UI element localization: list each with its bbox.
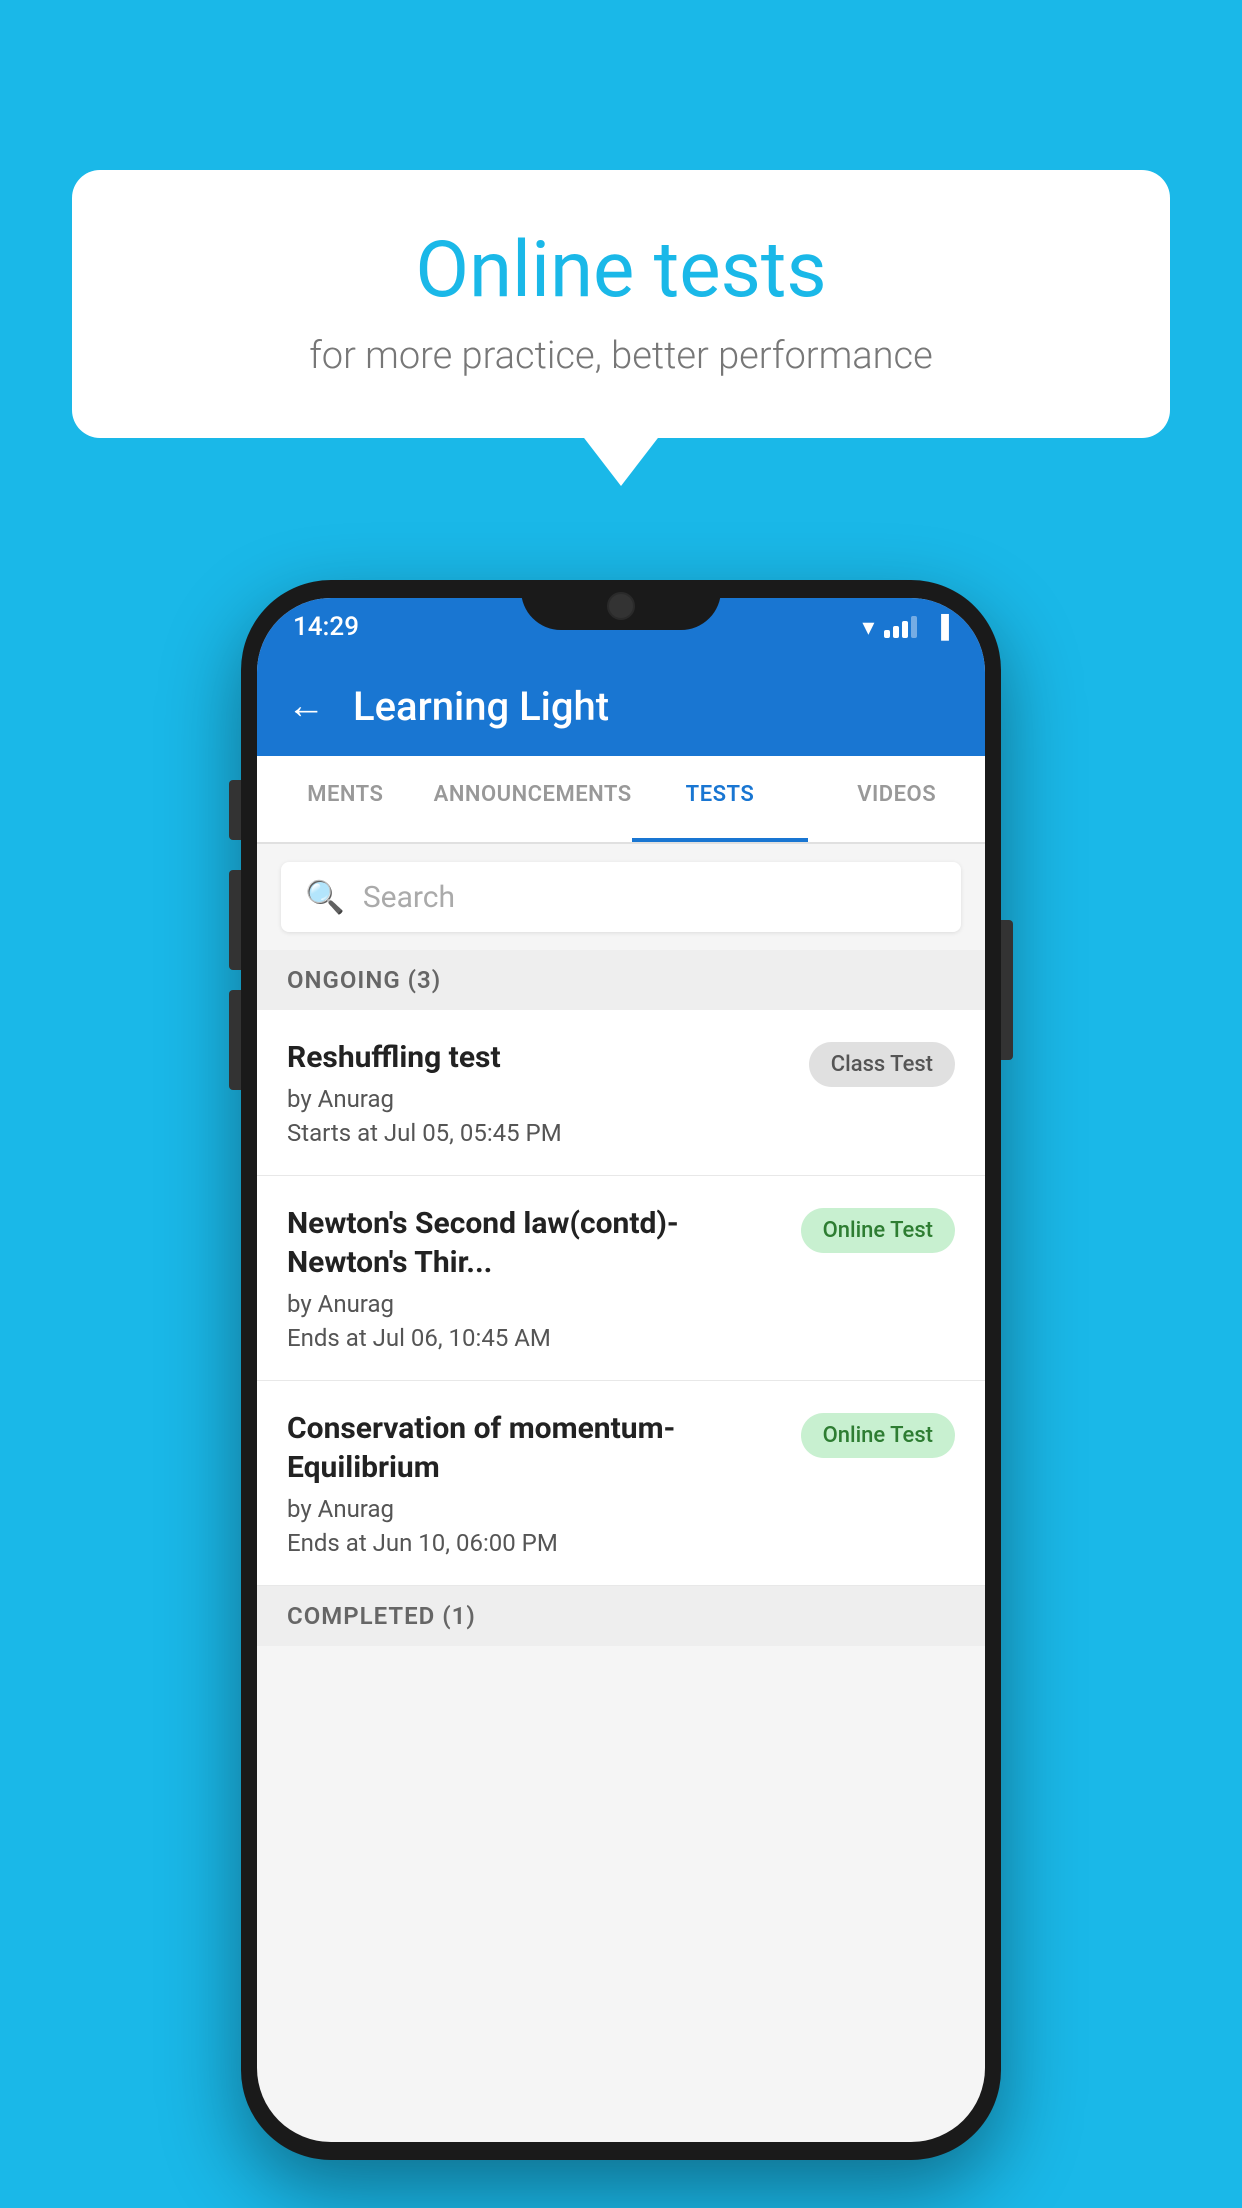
tab-videos[interactable]: VIDEOS [808,756,985,842]
phone-mockup: 14:29 ▾ ▐ ← Learning Light [241,580,1001,2160]
search-bar[interactable]: 🔍 Search [281,862,961,932]
ongoing-section-header: ONGOING (3) [257,950,985,1010]
test-item-1[interactable]: Reshuffling test by Anurag Starts at Jul… [257,1010,985,1176]
test-badge-2: Online Test [801,1208,955,1253]
phone-screen: 14:29 ▾ ▐ ← Learning Light [257,598,985,2142]
completed-section-header: COMPLETED (1) [257,1586,985,1646]
test-name-2: Newton's Second law(contd)-Newton's Thir… [287,1204,781,1282]
test-name-3: Conservation of momentum-Equilibrium [287,1409,781,1487]
tab-bar: MENTS ANNOUNCEMENTS TESTS VIDEOS [257,756,985,844]
search-icon: 🔍 [305,878,345,916]
test-author-2: by Anurag [287,1290,781,1318]
phone-side-btn-vol-down1 [229,870,241,970]
test-info-2: Newton's Second law(contd)-Newton's Thir… [287,1204,781,1352]
signal-bar-3 [902,621,908,638]
phone-camera [607,592,635,620]
bubble-title: Online tests [132,225,1110,316]
app-title: Learning Light [353,683,609,730]
test-item-2[interactable]: Newton's Second law(contd)-Newton's Thir… [257,1176,985,1381]
test-name-1: Reshuffling test [287,1038,789,1077]
search-placeholder: Search [363,880,455,915]
status-time: 14:29 [293,612,359,642]
test-info-1: Reshuffling test by Anurag Starts at Jul… [287,1038,789,1147]
tab-tests[interactable]: TESTS [632,756,809,842]
wifi-icon: ▾ [862,613,874,641]
test-date-3: Ends at Jun 10, 06:00 PM [287,1529,781,1557]
phone-side-btn-vol-down2 [229,990,241,1090]
phone-outer: 14:29 ▾ ▐ ← Learning Light [241,580,1001,2160]
search-bar-container: 🔍 Search [257,844,985,950]
bubble-subtitle: for more practice, better performance [132,334,1110,378]
app-header: ← Learning Light [257,656,985,756]
test-author-3: by Anurag [287,1495,781,1523]
test-list: Reshuffling test by Anurag Starts at Jul… [257,1010,985,1586]
tab-announcements[interactable]: ANNOUNCEMENTS [434,756,632,842]
phone-side-btn-vol-up [229,780,241,840]
signal-icon [884,616,917,638]
battery-icon: ▐ [933,614,949,640]
speech-bubble: Online tests for more practice, better p… [72,170,1170,438]
test-date-1: Starts at Jul 05, 05:45 PM [287,1119,789,1147]
signal-bar-4 [911,616,917,638]
phone-side-btn-power [1001,920,1013,1060]
test-badge-1: Class Test [809,1042,955,1087]
test-badge-3: Online Test [801,1413,955,1458]
signal-bar-2 [893,626,899,638]
test-info-3: Conservation of momentum-Equilibrium by … [287,1409,781,1557]
phone-notch [521,580,721,630]
status-icons: ▾ ▐ [862,613,949,641]
test-author-1: by Anurag [287,1085,789,1113]
signal-bar-1 [884,630,890,638]
test-date-2: Ends at Jul 06, 10:45 AM [287,1324,781,1352]
test-item-3[interactable]: Conservation of momentum-Equilibrium by … [257,1381,985,1586]
tab-ments[interactable]: MENTS [257,756,434,842]
back-button[interactable]: ← [287,684,325,728]
